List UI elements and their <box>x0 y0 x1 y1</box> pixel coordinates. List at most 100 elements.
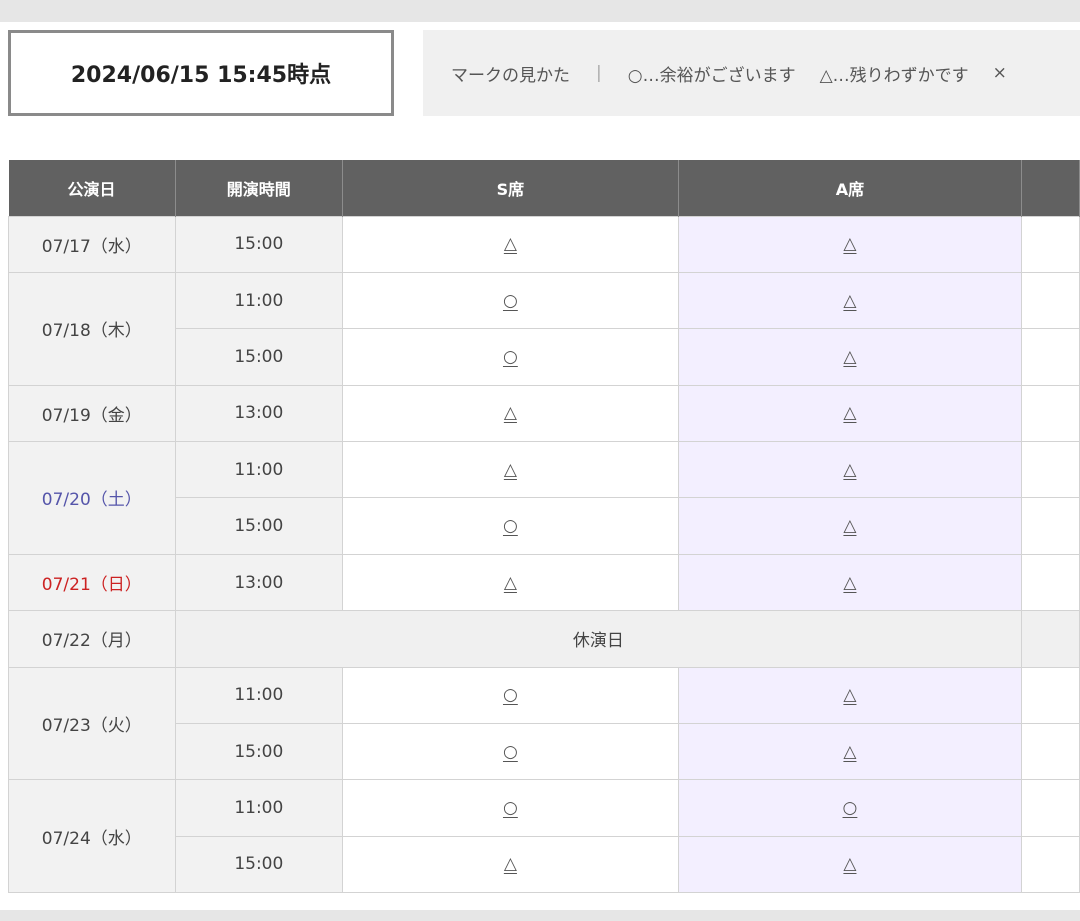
timestamp-box: 2024/06/15 15:45時点 <box>8 30 394 116</box>
mark-legend: マークの見かた | ○…余裕がございます △…残りわずかです × <box>423 30 1080 116</box>
start-time: 13:00 <box>174 384 344 443</box>
s-seat-cell[interactable]: ○ <box>342 723 679 781</box>
performance-date: 07/17（水） <box>8 215 176 273</box>
availability-mark[interactable]: △ <box>843 854 856 874</box>
start-time: 15:00 <box>174 328 344 386</box>
a-seat-cell[interactable]: △ <box>677 215 1023 273</box>
s-seat-cell[interactable]: ○ <box>342 328 679 386</box>
table-row: 07/22（月） 休演日 <box>8 610 1080 668</box>
column-header-s-seat: S席 <box>342 160 679 216</box>
availability-mark[interactable]: △ <box>843 234 856 254</box>
start-time: 11:00 <box>174 779 344 837</box>
start-time: 15:00 <box>174 835 344 894</box>
extra-seat-cell <box>1021 215 1080 273</box>
availability-mark[interactable]: △ <box>843 347 856 367</box>
table-row: 07/17（水） 15:00 △ △ <box>8 215 1080 273</box>
availability-mark[interactable]: ○ <box>843 798 858 818</box>
availability-mark[interactable]: △ <box>843 516 856 536</box>
availability-mark[interactable]: ○ <box>503 798 518 818</box>
legend-title: マークの見かた <box>451 65 570 86</box>
availability-mark[interactable]: △ <box>843 742 856 762</box>
availability-mark[interactable]: △ <box>843 460 856 480</box>
availability-mark[interactable]: △ <box>843 573 856 593</box>
extra-seat-cell <box>1021 666 1080 725</box>
performance-date: 07/18（木） <box>8 271 176 386</box>
extra-seat-cell <box>1021 610 1080 668</box>
availability-table: 公演日 開演時間 S席 A席 07/17（水） 15:00 △ △ 07/18（… <box>8 160 1080 894</box>
extra-seat-cell <box>1021 271 1080 330</box>
table-header-row: 公演日 開演時間 S席 A席 <box>8 160 1080 216</box>
start-time: 11:00 <box>174 271 344 330</box>
performance-date: 07/24（水） <box>8 779 176 894</box>
availability-mark[interactable]: △ <box>843 403 856 423</box>
s-seat-cell[interactable]: △ <box>342 215 679 273</box>
performance-date: 07/23（火） <box>8 666 176 781</box>
a-seat-cell[interactable]: △ <box>677 271 1023 330</box>
table-row: 07/20（土） 11:00 △ △ <box>8 441 1080 555</box>
s-seat-cell[interactable]: ○ <box>342 666 679 725</box>
table-row: 07/23（火） 11:00 ○ △ <box>8 666 1080 781</box>
availability-mark[interactable]: △ <box>504 460 517 480</box>
availability-mark[interactable]: △ <box>504 854 517 874</box>
start-time: 11:00 <box>174 666 344 725</box>
a-seat-cell[interactable]: ○ <box>677 779 1023 837</box>
start-time: 11:00 <box>174 441 344 499</box>
s-seat-cell[interactable]: △ <box>342 441 679 499</box>
top-band <box>0 0 1080 22</box>
start-time: 15:00 <box>174 215 344 273</box>
availability-mark[interactable]: △ <box>843 685 856 705</box>
timestamp-label: 2024/06/15 15:45時点 <box>70 63 332 88</box>
availability-mark[interactable]: △ <box>843 291 856 311</box>
table-row: 07/18（木） 11:00 ○ △ <box>8 271 1080 386</box>
a-seat-cell[interactable]: △ <box>677 553 1023 612</box>
closed-day-cell: 休演日 <box>174 610 1023 668</box>
legend-separator: | <box>596 63 602 83</box>
legend-item-sold-out: × <box>992 63 1007 83</box>
column-header-time: 開演時間 <box>175 160 344 216</box>
a-seat-cell[interactable]: △ <box>677 666 1023 725</box>
extra-seat-cell <box>1021 328 1080 386</box>
availability-mark[interactable]: △ <box>504 573 517 593</box>
performance-date: 07/20（土） <box>8 441 176 555</box>
extra-seat-cell <box>1021 384 1080 443</box>
availability-mark[interactable]: ○ <box>503 291 518 311</box>
s-seat-cell[interactable]: ○ <box>342 779 679 837</box>
extra-seat-cell <box>1021 723 1080 781</box>
table-row: 07/19（金） 13:00 △ △ <box>8 384 1080 443</box>
availability-mark[interactable]: ○ <box>503 516 518 536</box>
extra-seat-cell <box>1021 779 1080 837</box>
performance-date: 07/19（金） <box>8 384 176 443</box>
s-seat-cell[interactable]: △ <box>342 384 679 443</box>
a-seat-cell[interactable]: △ <box>677 384 1023 443</box>
s-seat-cell[interactable]: △ <box>342 553 679 612</box>
performance-date: 07/21（日） <box>8 553 176 612</box>
extra-seat-cell <box>1021 497 1080 555</box>
a-seat-cell[interactable]: △ <box>677 328 1023 386</box>
column-header-extra <box>1021 160 1080 216</box>
a-seat-cell[interactable]: △ <box>677 723 1023 781</box>
s-seat-cell[interactable]: △ <box>342 835 679 894</box>
availability-mark[interactable]: ○ <box>503 347 518 367</box>
start-time: 15:00 <box>174 723 344 781</box>
column-header-date: 公演日 <box>8 160 176 216</box>
availability-mark[interactable]: △ <box>504 403 517 423</box>
extra-seat-cell <box>1021 441 1080 499</box>
s-seat-cell[interactable]: ○ <box>342 271 679 330</box>
extra-seat-cell <box>1021 553 1080 612</box>
column-header-a-seat: A席 <box>678 160 1023 216</box>
table-row: 07/21（日） 13:00 △ △ <box>8 553 1080 612</box>
a-seat-cell[interactable]: △ <box>677 835 1023 894</box>
start-time: 13:00 <box>174 553 344 612</box>
performance-date: 07/22（月） <box>8 610 176 668</box>
s-seat-cell[interactable]: ○ <box>342 497 679 555</box>
availability-mark[interactable]: ○ <box>503 685 518 705</box>
legend-item-few-left: △…残りわずかです <box>819 65 969 86</box>
bottom-band <box>0 910 1080 921</box>
extra-seat-cell <box>1021 835 1080 894</box>
availability-mark[interactable]: ○ <box>503 742 518 762</box>
table-row: 07/24（水） 11:00 ○ ○ <box>8 779 1080 894</box>
a-seat-cell[interactable]: △ <box>677 497 1023 555</box>
legend-item-available: ○…余裕がございます <box>627 65 796 86</box>
a-seat-cell[interactable]: △ <box>677 441 1023 499</box>
availability-mark[interactable]: △ <box>504 234 517 254</box>
